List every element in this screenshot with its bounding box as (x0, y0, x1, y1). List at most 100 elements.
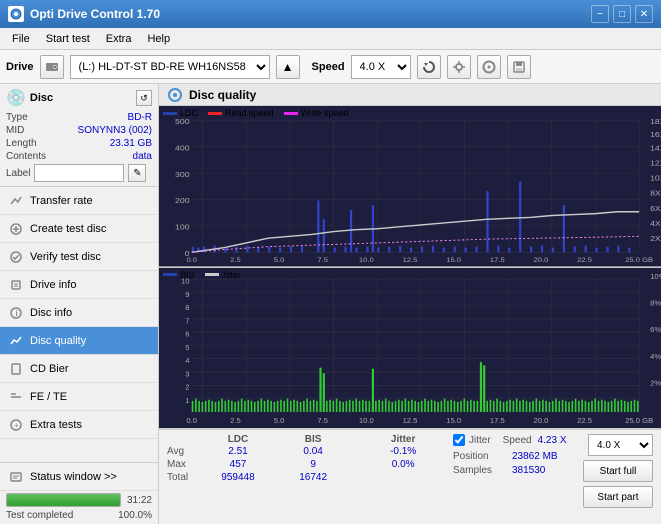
nav-create-test-disc[interactable]: Create test disc (0, 215, 158, 243)
row-avg-bis: 0.04 (279, 445, 347, 458)
svg-text:10.0: 10.0 (359, 415, 374, 424)
controls-section: 4.0 X Start full Start part (583, 434, 653, 508)
nav-transfer-rate[interactable]: Transfer rate (0, 187, 158, 215)
svg-text:25.0 GB: 25.0 GB (625, 256, 653, 263)
maximize-button[interactable]: □ (613, 5, 631, 23)
row-total-label: Total (167, 471, 197, 484)
type-label: Type (6, 112, 28, 123)
nav-cd-bier-label: CD Bier (30, 363, 69, 375)
jitter-checkbox[interactable] (453, 434, 465, 446)
disc-section-icon: 💿 (6, 88, 26, 108)
status-section: Status window >> 31:22 Test completed 10… (0, 462, 158, 524)
chart-wrapper: LDC Read speed Write speed (159, 106, 661, 429)
legend-ldc-label: LDC (180, 108, 198, 118)
nav-verify-test-disc[interactable]: Verify test disc (0, 243, 158, 271)
nav-drive-info[interactable]: Drive info (0, 271, 158, 299)
length-label: Length (6, 138, 37, 149)
disc-quality-header-icon (167, 87, 183, 103)
drive-icon-btn[interactable] (40, 55, 64, 79)
disc-info-icon: i (8, 305, 24, 321)
speed-dropdown[interactable]: 4.0 X (588, 434, 653, 456)
eject-button[interactable]: ▲ (276, 55, 300, 79)
disc-refresh-btn[interactable]: ↺ (136, 90, 152, 106)
label-edit-btn[interactable]: ✎ (128, 164, 146, 182)
fe-te-icon (8, 389, 24, 405)
svg-text:2X: 2X (650, 235, 661, 243)
nav-transfer-rate-label: Transfer rate (30, 195, 93, 207)
menu-extra[interactable]: Extra (98, 31, 140, 47)
svg-text:0.0: 0.0 (186, 415, 197, 424)
refresh-button[interactable] (417, 55, 441, 79)
menu-help[interactable]: Help (139, 31, 178, 47)
svg-text:3: 3 (185, 369, 189, 378)
row-total-bis: 16742 (279, 471, 347, 484)
nav-fe-te[interactable]: FE / TE (0, 383, 158, 411)
legend-bis: BIS (163, 270, 195, 280)
stats-table: LDC BIS Jitter Avg 2.51 0.04 -0.1% (167, 434, 443, 484)
start-part-button[interactable]: Start part (583, 486, 653, 508)
status-window-item[interactable]: Status window >> (0, 463, 158, 491)
position-label: Position (453, 451, 508, 462)
svg-text:i: i (16, 309, 18, 318)
close-button[interactable]: ✕ (635, 5, 653, 23)
nav-disc-quality[interactable]: Disc quality (0, 327, 158, 355)
svg-text:22.5: 22.5 (577, 256, 592, 263)
speed-label: Speed (312, 61, 345, 73)
svg-text:4X: 4X (650, 219, 661, 227)
drive-label: Drive (6, 61, 34, 73)
svg-text:17.5: 17.5 (490, 256, 505, 263)
mid-label: MID (6, 125, 24, 136)
mid-value: SONYNN3 (002) (78, 125, 152, 136)
toolbar: Drive (L:) HL-DT-ST BD-RE WH16NS58 TST4 … (0, 50, 661, 84)
legend-write: Write speed (284, 108, 349, 118)
app-icon (8, 6, 24, 22)
cd-bier-icon (8, 361, 24, 377)
nav-disc-quality-label: Disc quality (30, 335, 86, 347)
nav-extra-tests-label: Extra tests (30, 419, 82, 431)
svg-text:20.0: 20.0 (534, 256, 549, 263)
status-window-icon (8, 469, 24, 485)
samples-label: Samples (453, 465, 508, 476)
svg-text:16X: 16X (650, 131, 661, 139)
row-max-jitter: 0.0% (363, 458, 443, 471)
chart-ldc: LDC Read speed Write speed (159, 106, 661, 268)
svg-text:2.5: 2.5 (230, 415, 241, 424)
settings-button[interactable] (447, 55, 471, 79)
jitter-checkbox-label: Jitter (469, 435, 491, 446)
label-input[interactable] (34, 164, 124, 182)
menu-start-test[interactable]: Start test (38, 31, 98, 47)
menu-bar: File Start test Extra Help (0, 28, 661, 50)
create-test-disc-icon (8, 221, 24, 237)
svg-text:18X: 18X (650, 117, 661, 125)
start-full-button[interactable]: Start full (583, 460, 653, 482)
chart1-svg: 500 400 300 200 100 0 18X 16X 14X 12X 10… (159, 106, 661, 267)
row-total-ldc: 959448 (197, 471, 279, 484)
nav-disc-info[interactable]: i Disc info (0, 299, 158, 327)
nav-extra-tests[interactable]: + Extra tests (0, 411, 158, 439)
type-value: BD-R (128, 112, 152, 123)
nav-cd-bier[interactable]: CD Bier (0, 355, 158, 383)
svg-text:7.5: 7.5 (317, 256, 328, 263)
svg-text:300: 300 (175, 170, 190, 178)
svg-text:4: 4 (185, 356, 190, 365)
drive-select[interactable]: (L:) HL-DT-ST BD-RE WH16NS58 TST4 (70, 55, 270, 79)
disc-button[interactable] (477, 55, 501, 79)
extra-tests-icon: + (8, 417, 24, 433)
svg-text:5.0: 5.0 (274, 415, 285, 424)
col-bis: BIS (279, 434, 347, 445)
menu-file[interactable]: File (4, 31, 38, 47)
speed-select[interactable]: 4.0 X (351, 55, 411, 79)
position-value: 23862 MB (512, 451, 558, 462)
row-avg-label: Avg (167, 445, 197, 458)
minimize-button[interactable]: − (591, 5, 609, 23)
svg-text:25.0 GB: 25.0 GB (625, 415, 653, 424)
chart-bis: BIS Jitter (159, 268, 661, 430)
svg-text:8X: 8X (650, 189, 661, 197)
nav-drive-info-label: Drive info (30, 279, 76, 291)
save-button[interactable] (507, 55, 531, 79)
svg-text:9: 9 (185, 289, 189, 298)
disc-section-title: Disc (30, 92, 53, 104)
disc-quality-header: Disc quality (159, 84, 661, 106)
status-completed-text: Test completed (6, 510, 73, 521)
content-area: Disc quality LDC Read speed (159, 84, 661, 524)
